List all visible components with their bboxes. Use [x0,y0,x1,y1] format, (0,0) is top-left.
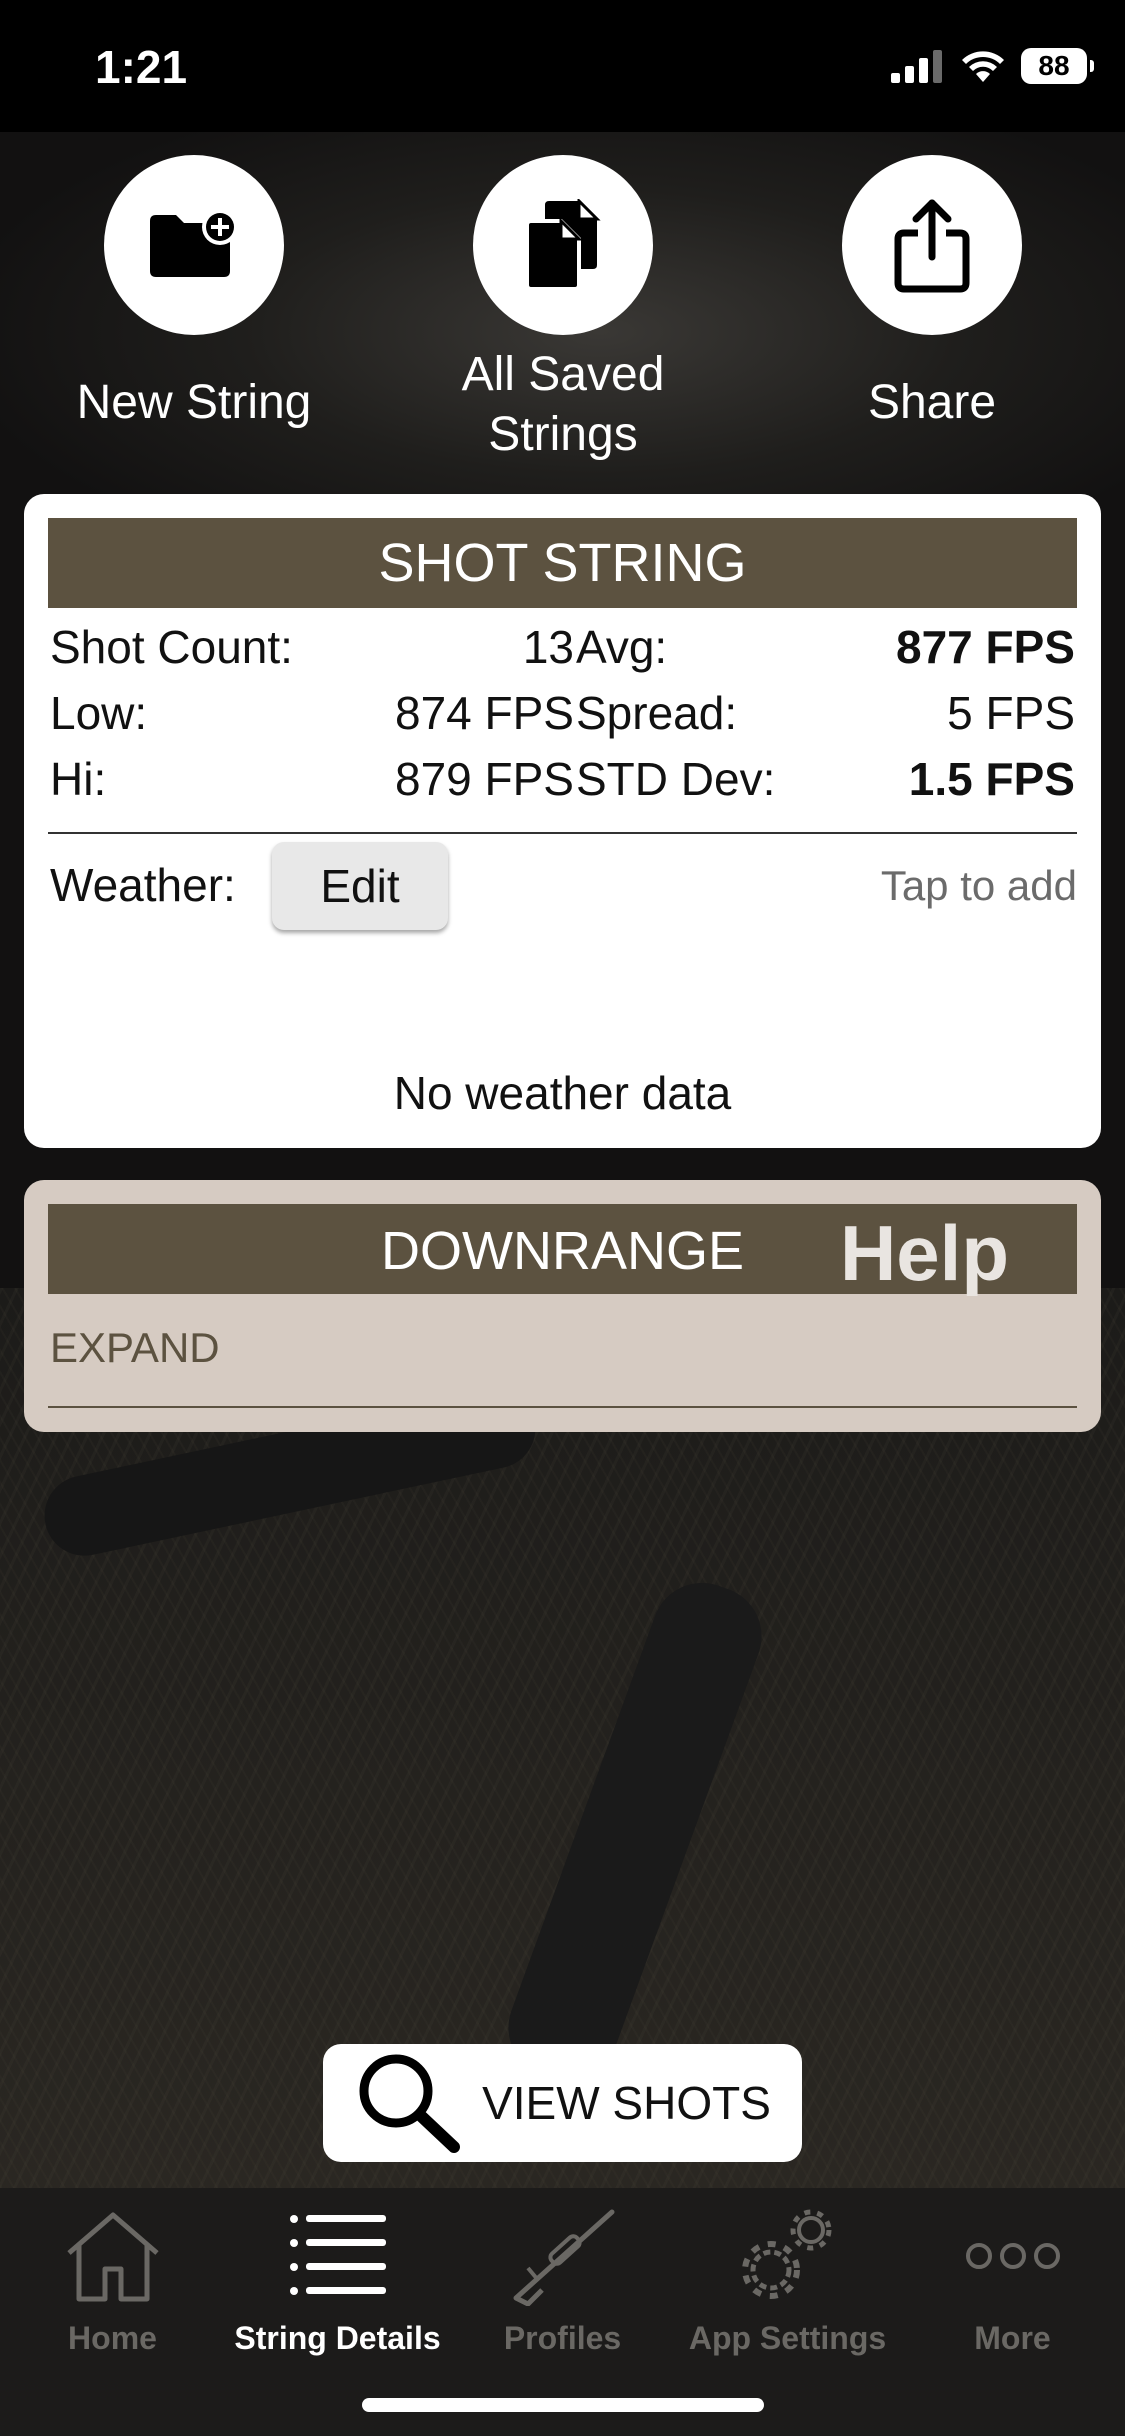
shot-string-header: SHOT STRING [48,518,1077,608]
spread-value: 5 FPS [947,687,1075,739]
battery-icon: 88 [1021,48,1094,84]
tab-home[interactable]: Home [0,2200,225,2357]
tab-string-details-label: String Details [234,2320,441,2356]
std-dev-value: 1.5 FPS [908,753,1075,805]
tab-home-label: Home [68,2320,157,2356]
tab-profiles-label: Profiles [503,2320,622,2356]
share-button[interactable]: Share [782,155,1082,433]
avg-value: 877 FPS [896,621,1075,673]
tab-more[interactable]: More [900,2200,1125,2357]
weather-edit-button[interactable]: Edit [272,842,448,930]
all-saved-strings-label-line2: Strings [488,408,638,461]
all-saved-strings-label: All Saved Strings [413,345,713,465]
all-saved-strings-button[interactable]: All Saved Strings [413,155,713,465]
battery-level: 88 [1038,50,1070,81]
share-circle[interactable] [842,155,1022,335]
tab-profiles[interactable]: Profiles [450,2200,675,2357]
hi-value: 879 FPS [395,753,574,805]
more-icon [965,2243,1060,2269]
downrange-divider [48,1406,1077,1408]
status-icons: 88 [891,46,1094,86]
status-bar: 1:21 88 [0,0,1125,132]
tab-app-settings-label: App Settings [688,2320,887,2356]
status-time: 1:21 [95,41,188,93]
weather-label: Weather: [50,859,236,911]
shot-count-value: 13 [522,621,574,673]
stats-divider [48,832,1077,834]
rifle-icon [513,2209,614,2306]
no-weather-message: No weather data [393,1067,732,1119]
low-value: 874 FPS [395,687,574,739]
downrange-card: DOWNRANGE Help EXPAND [24,1180,1101,1432]
list-icon [289,2215,386,2295]
new-string-button[interactable]: New String [44,155,344,433]
help-button[interactable]: Help [840,1208,1009,1299]
share-label: Share [867,376,997,429]
tab-app-settings[interactable]: App Settings [675,2200,900,2357]
all-saved-strings-label-line1: All Saved [461,348,665,401]
home-icon [66,2212,159,2302]
shot-string-card: SHOT STRING Shot Count: 13 Avg: 877 FPS … [24,494,1101,1148]
downrange-header: DOWNRANGE Help [48,1204,1077,1297]
gears-icon [741,2209,831,2299]
search-icon [359,2054,461,2153]
folder-plus-icon [150,209,238,277]
view-shots-button[interactable]: VIEW SHOTS [323,2044,802,2162]
wifi-icon [962,51,1004,82]
all-saved-strings-circle[interactable] [473,155,653,335]
share-icon [894,199,970,293]
expand-toggle[interactable]: EXPAND [50,1324,220,1372]
new-string-label: New String [76,376,312,429]
new-string-circle[interactable] [104,155,284,335]
documents-icon [525,199,601,291]
signal-icon [891,50,942,83]
tab-string-details[interactable]: String Details [225,2200,450,2357]
view-shots-label: VIEW SHOTS [482,2077,771,2129]
home-indicator[interactable] [362,2398,764,2412]
tab-more-label: More [974,2320,1051,2356]
tap-to-add-link[interactable]: Tap to add [881,862,1077,910]
